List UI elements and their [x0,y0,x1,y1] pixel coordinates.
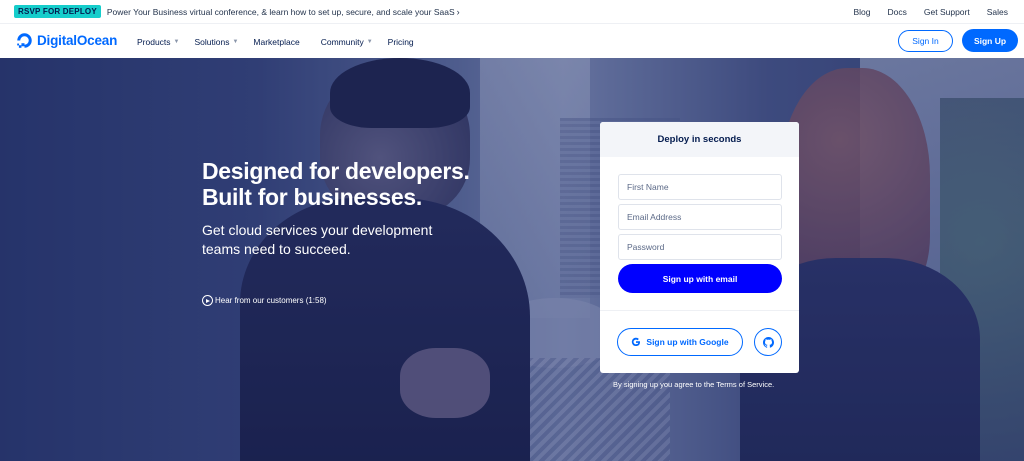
card-divider [600,310,799,311]
github-icon [762,336,774,348]
hero-overlay [0,58,1024,461]
menu-community[interactable]: Community ▼ [321,37,373,47]
sign-up-github-button[interactable] [754,328,782,356]
menu-products[interactable]: Products ▼ [137,37,180,47]
chevron-right-icon: › [456,6,460,17]
promo-link[interactable]: Power Your Business virtual conference, … [107,7,460,17]
get-support-link[interactable]: Get Support [924,7,970,17]
customer-video-link[interactable]: Hear from our customers (1:58) [202,295,327,306]
sign-in-button[interactable]: Sign In [898,30,953,52]
signup-card: Deploy in seconds Sign up with email Sig… [600,122,799,373]
caret-down-icon: ▼ [173,38,180,45]
email-field[interactable] [618,204,782,230]
announcement-bar: RSVP FOR DEPLOY Power Your Business virt… [0,0,1024,23]
rsvp-badge[interactable]: RSVP FOR DEPLOY [14,5,101,18]
utility-links: Blog Docs Get Support Sales [854,0,1009,23]
sign-up-google-button[interactable]: Sign up with Google [617,328,743,356]
digitalocean-logo[interactable]: DigitalOcean [16,32,117,49]
menu-pricing-label: Pricing [387,36,414,47]
hero-headline: Designed for developers. Built for busin… [202,158,470,210]
main-nav: DigitalOcean Products ▼ Solutions ▼ Market… [0,23,1024,58]
caret-down-icon: ▼ [232,38,239,45]
sign-up-button[interactable]: Sign Up [962,29,1018,52]
google-button-label: Sign up with Google [646,337,729,347]
menu-solutions-label: Solutions [194,36,230,47]
menu-products-label: Products [137,36,171,47]
menu-solutions[interactable]: Solutions ▼ [195,37,239,47]
brand-name: DigitalOcean [37,33,118,48]
menu-marketplace-label: Marketplace [253,36,300,47]
sign-up-email-button[interactable]: Sign up with email [618,264,782,293]
first-name-field[interactable] [618,174,782,200]
docs-link[interactable]: Docs [888,7,907,17]
menu-community-label: Community [320,36,364,47]
google-icon [632,337,641,347]
digitalocean-logo-icon [17,33,32,48]
blog-link[interactable]: Blog [854,7,871,17]
promo-text: Power Your Business virtual conference, … [106,6,455,17]
sales-link[interactable]: Sales [987,7,1008,17]
video-link-label: Hear from our customers (1:58) [215,296,327,305]
headline-line-2: Built for businesses. [202,184,422,210]
headline-line-1: Designed for developers. [202,158,470,184]
password-field[interactable] [618,234,782,260]
caret-down-icon: ▼ [366,38,373,45]
terms-notice: By signing up you agree to the Terms of … [613,380,775,389]
hero-section: Designed for developers. Built for busin… [0,58,1024,461]
play-icon [202,295,213,306]
menu-pricing[interactable]: Pricing [388,37,414,47]
signup-card-title: Deploy in seconds [600,122,799,157]
hero-subhead: Get cloud services your development team… [202,222,433,257]
primary-menu: Products ▼ Solutions ▼ Marketplace Communi… [137,24,414,59]
menu-marketplace[interactable]: Marketplace [253,37,299,47]
